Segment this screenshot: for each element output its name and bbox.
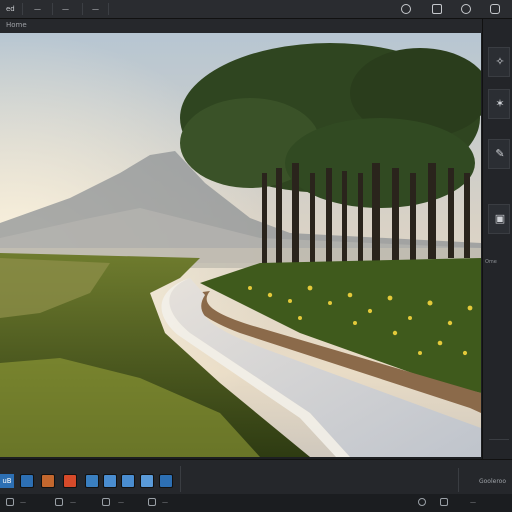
menu-item-3[interactable]: —	[62, 4, 69, 14]
document-title[interactable]: Home	[6, 21, 27, 29]
zoom-icon[interactable]	[418, 498, 426, 506]
image-canvas[interactable]	[0, 33, 481, 457]
thumbnail[interactable]	[20, 474, 34, 488]
thumbnail[interactable]	[140, 474, 154, 488]
layer-tool-button[interactable]: ▣	[488, 204, 510, 234]
menu-item-2[interactable]: —	[34, 4, 41, 14]
status-item: —	[20, 499, 26, 506]
thumbnail[interactable]	[121, 474, 135, 488]
filmstrip-divider	[458, 468, 459, 492]
status-icon[interactable]	[102, 498, 110, 506]
filmstrip-label[interactable]: uB	[0, 474, 14, 488]
right-tool-panel: ✧ ✶ ✎ ▣ Ome	[482, 19, 512, 459]
status-item: —	[162, 499, 168, 506]
thumbnail[interactable]	[41, 474, 55, 488]
status-icon[interactable]	[55, 498, 63, 506]
filmstrip-right-text: Gooleroo	[478, 478, 506, 485]
adjust-icon: ✶	[495, 97, 505, 110]
brush-tool-button[interactable]: ✎	[488, 139, 510, 169]
top-menu-bar: ed — — —	[0, 0, 512, 19]
thumbnail[interactable]	[103, 474, 117, 488]
contrast-icon[interactable]	[461, 4, 471, 14]
menu-divider	[22, 3, 23, 15]
layer-icon: ▣	[494, 212, 506, 225]
figure-tool-button[interactable]: ✧	[488, 47, 510, 77]
status-item: —	[70, 499, 76, 506]
menu-item-1[interactable]: ed	[6, 4, 15, 14]
settings-icon[interactable]	[432, 4, 442, 14]
status-bar: — — — — —	[0, 494, 512, 512]
filmstrip-bar: uB Gooleroo	[0, 459, 512, 495]
refresh-icon[interactable]	[401, 4, 411, 14]
status-right-text: —	[470, 499, 476, 506]
menu-divider	[52, 3, 53, 15]
status-icon[interactable]	[148, 498, 156, 506]
status-item: —	[118, 499, 124, 506]
figure-icon: ✧	[495, 55, 505, 68]
adjust-tool-button[interactable]: ✶	[488, 89, 510, 119]
menu-item-4[interactable]: —	[92, 4, 99, 14]
landscape-image	[0, 33, 481, 457]
document-tab-bar: Home	[0, 19, 482, 33]
thumbnail[interactable]	[63, 474, 77, 488]
panel-note: Ome	[485, 259, 497, 265]
thumbnail[interactable]	[159, 474, 173, 488]
menu-divider	[108, 3, 109, 15]
status-icon[interactable]	[6, 498, 14, 506]
fit-icon[interactable]	[440, 498, 448, 506]
menu-divider	[82, 3, 83, 15]
brush-icon: ✎	[495, 147, 505, 160]
thumbnail[interactable]	[85, 474, 99, 488]
camera-icon[interactable]	[490, 4, 500, 14]
filmstrip-divider	[180, 466, 181, 492]
panel-divider	[489, 439, 509, 440]
